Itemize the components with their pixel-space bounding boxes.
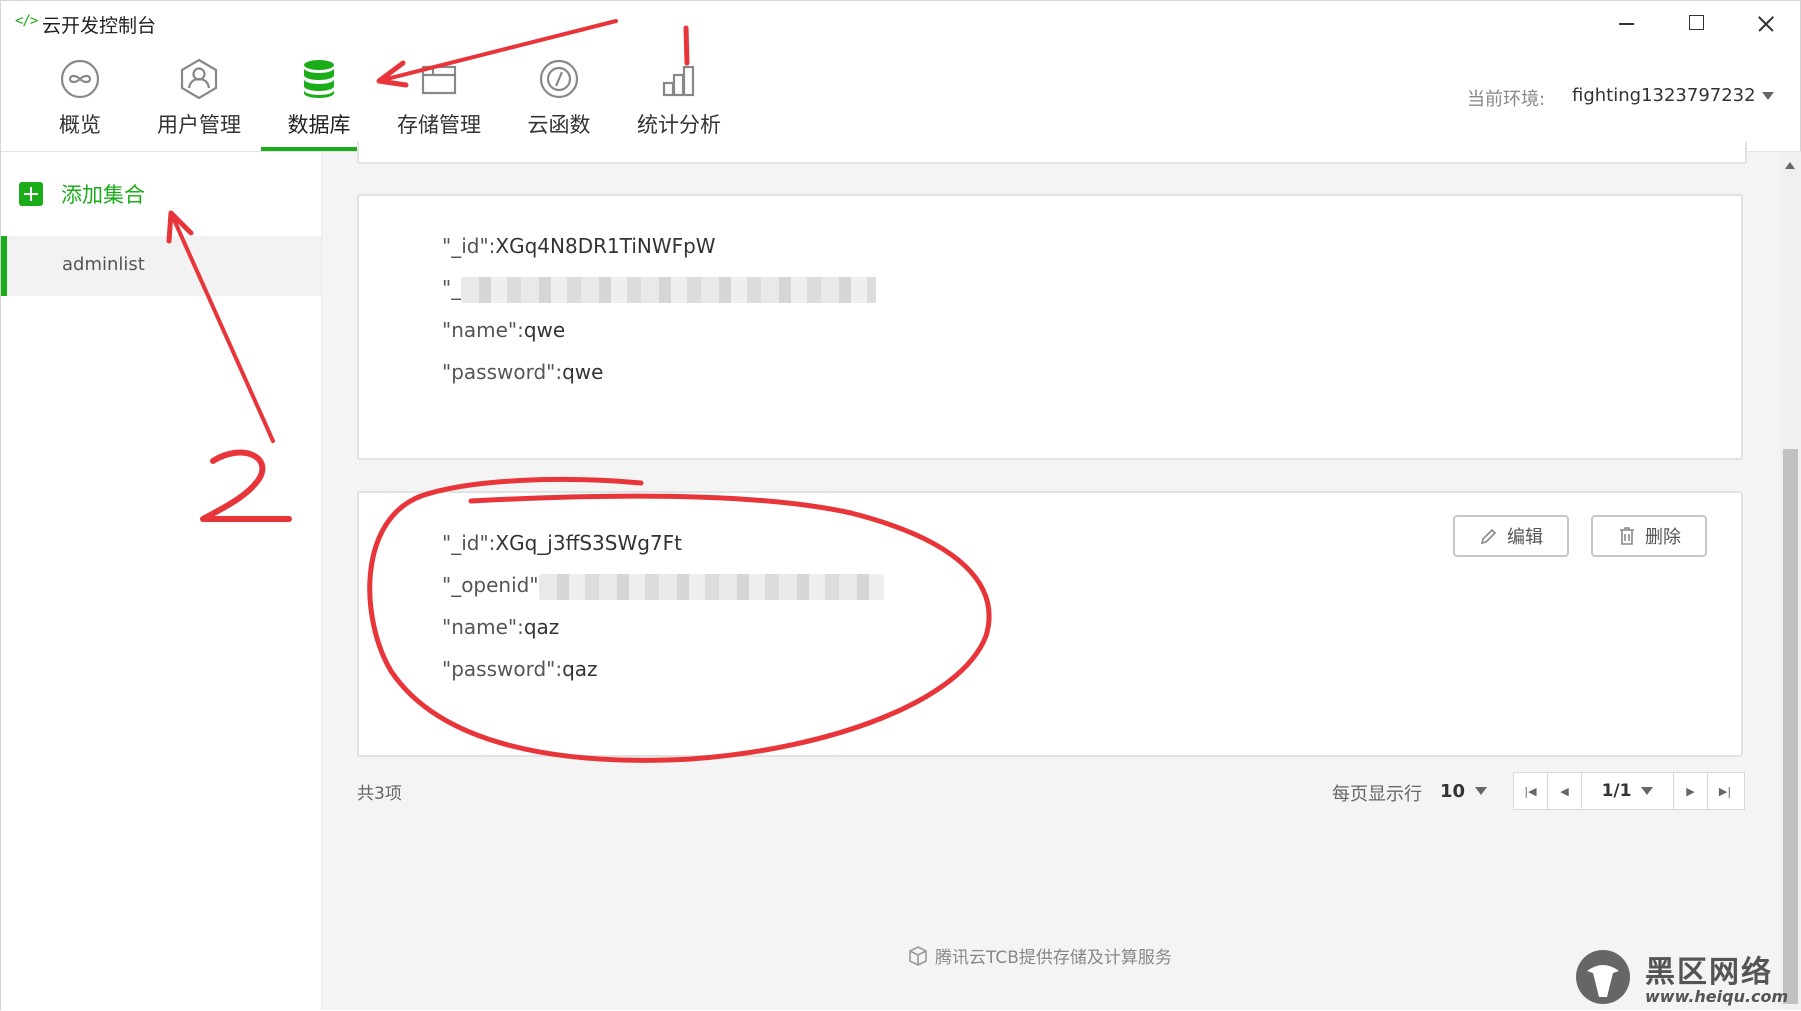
tab-user-management[interactable]: 用户管理 <box>144 57 254 151</box>
tab-storage[interactable]: 存储管理 <box>384 57 494 151</box>
env-select[interactable]: fighting1323797232 <box>1572 85 1774 106</box>
field-id: "_id":XGq_j3ffS3SWg7Ft <box>442 531 683 555</box>
app-window: </> 云开发控制台 概览 用户管理 数据库 存储管理 云函数 统计分析 当前环… <box>0 0 1801 1010</box>
tab-cloud-function-label: 云函数 <box>527 113 591 137</box>
pagination: |◀ ◀ 1/1 ▶ ▶| <box>1513 772 1745 810</box>
first-page-button[interactable]: |◀ <box>1514 773 1548 809</box>
tab-overview-label: 概览 <box>59 113 101 137</box>
bar-chart-icon <box>662 65 695 97</box>
active-indicator <box>1 236 7 296</box>
watermark-url: www.heiqu.com <box>1645 987 1789 1006</box>
collection-label: adminlist <box>62 254 145 275</box>
scrollbar[interactable] <box>1780 152 1801 1010</box>
tab-statistics[interactable]: 统计分析 <box>624 57 734 151</box>
add-collection-label: 添加集合 <box>61 183 145 207</box>
maximize-button[interactable] <box>1673 5 1719 41</box>
next-page-icon: ▶ <box>1686 784 1695 798</box>
tab-database[interactable]: 数据库 <box>264 57 374 151</box>
sidebar-item-adminlist[interactable]: adminlist <box>1 236 321 296</box>
field-password: "password":qwe <box>442 360 604 384</box>
tab-cloud-function[interactable]: 云函数 <box>504 57 614 151</box>
env-value: fighting1323797232 <box>1572 85 1756 106</box>
edit-label: 编辑 <box>1507 527 1543 548</box>
sidebar: 添加集合 adminlist <box>1 152 322 1010</box>
cube-icon <box>909 945 927 966</box>
close-button[interactable] <box>1743 5 1789 41</box>
scroll-up-arrow-icon[interactable] <box>1785 162 1795 169</box>
window-title: 云开发控制台 <box>42 15 157 37</box>
records-panel: "_id":XGq4N8DR1TiNWFpW "_ "name":qwe "pa… <box>322 142 1780 1010</box>
first-page-icon: |◀ <box>1524 784 1537 798</box>
prev-page-icon: ◀ <box>1560 784 1569 798</box>
page-select[interactable]: 1/1 <box>1582 773 1674 809</box>
tab-user-management-label: 用户管理 <box>157 113 241 137</box>
field-openid: "_ <box>442 276 877 303</box>
last-page-icon: ▶| <box>1718 784 1732 798</box>
chevron-down-icon <box>1641 787 1654 795</box>
field-openid: "_openid" <box>442 573 884 600</box>
storage-folder-icon <box>421 65 457 95</box>
delete-label: 删除 <box>1645 527 1681 548</box>
edit-button[interactable]: 编辑 <box>1453 515 1569 557</box>
user-hexagon-icon <box>180 58 218 100</box>
tab-overview[interactable]: 概览 <box>25 57 135 151</box>
pencil-icon <box>1480 528 1497 545</box>
rows-per-page-select[interactable]: 10 <box>1440 776 1496 806</box>
rows-per-page-label: 每页显示行 <box>1332 784 1422 805</box>
total-count: 共3项 <box>357 784 402 804</box>
delete-button[interactable]: 删除 <box>1591 515 1707 557</box>
infinity-icon <box>60 59 100 99</box>
field-name: "name":qaz <box>442 615 560 639</box>
watermark: 黑区网络 www.heiqu.com <box>1573 947 1797 1009</box>
title-bar: </> 云开发控制台 <box>1 1 1801 41</box>
trash-icon <box>1620 527 1634 545</box>
next-page-button[interactable]: ▶ <box>1674 773 1708 809</box>
tab-statistics-label: 统计分析 <box>637 113 721 137</box>
footer-credit: 腾讯云TCB提供存储及计算服务 <box>907 943 1172 968</box>
chevron-down-icon <box>1761 92 1774 100</box>
scroll-thumb[interactable] <box>1783 449 1798 1004</box>
last-page-button[interactable]: ▶| <box>1708 773 1742 809</box>
redacted-value <box>538 573 884 600</box>
page-value: 1/1 <box>1601 781 1632 801</box>
plus-icon <box>19 182 43 206</box>
watermark-title: 黑区网络 <box>1645 955 1773 990</box>
env-label: 当前环境: <box>1467 89 1546 110</box>
database-icon <box>304 60 334 98</box>
record-card: "_id":XGq4N8DR1TiNWFpW "_ "name":qwe "pa… <box>357 194 1743 460</box>
tab-storage-label: 存储管理 <box>397 113 481 137</box>
tab-database-label: 数据库 <box>287 113 351 137</box>
field-password: "password":qaz <box>442 657 598 681</box>
cloud-function-icon <box>539 59 579 99</box>
add-collection-button[interactable]: 添加集合 <box>19 180 145 208</box>
watermark-logo <box>1576 950 1630 1004</box>
rows-per-page-value: 10 <box>1440 780 1466 802</box>
prev-page-button[interactable]: ◀ <box>1548 773 1582 809</box>
code-icon: </> <box>15 13 38 29</box>
chevron-down-icon <box>1475 787 1488 795</box>
record-card: "_id":XGq_j3ffS3SWg7Ft "_openid" "name":… <box>357 491 1743 757</box>
redacted-value <box>461 276 877 303</box>
minimize-button[interactable] <box>1602 5 1648 41</box>
field-id: "_id":XGq4N8DR1TiNWFpW <box>442 234 716 258</box>
credit-text: 腾讯云TCB提供存储及计算服务 <box>935 948 1172 968</box>
field-name: "name":qwe <box>442 318 566 342</box>
record-card-partial <box>357 142 1747 164</box>
